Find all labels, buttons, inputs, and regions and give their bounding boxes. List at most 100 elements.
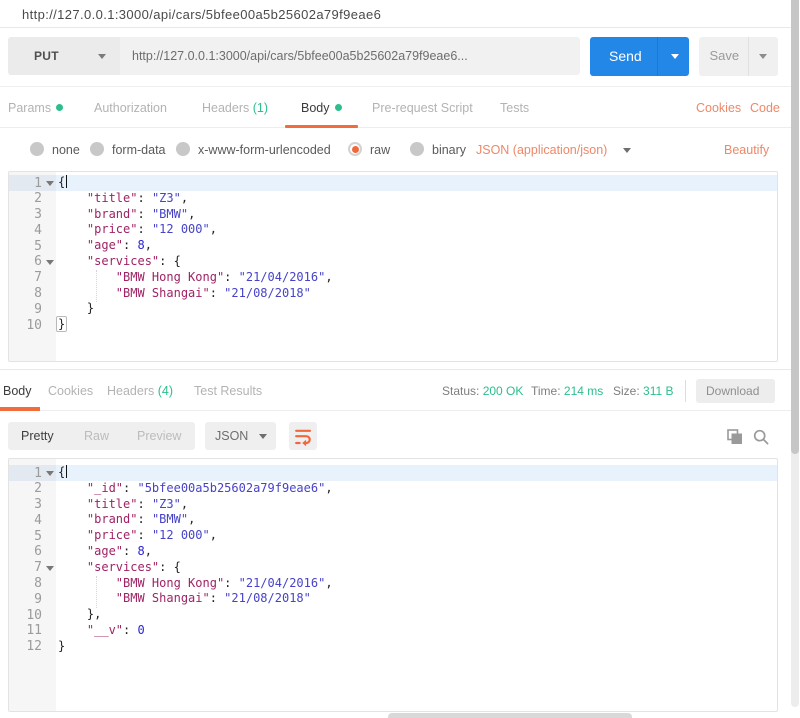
gutter-cell: 4 [9,512,56,528]
radio-label: form-data [112,143,166,157]
indent-guide [96,576,97,608]
code-line: "BMW Shangai": "21/08/2018" [115,285,311,300]
code-line: "services": { [86,559,181,574]
editor-line-1: 1{ [9,465,777,481]
response-active-tab-underline [0,407,40,411]
code-line: "title": "Z3", [86,496,189,511]
radio-icon [30,142,44,156]
format-chevron-icon [259,434,267,439]
view-mode-pretty[interactable]: Pretty [21,429,54,443]
editor-rows: 1{2 "_id": "5bfee00a5b25602a79f9eae6", 3 … [9,465,777,655]
download-button[interactable]: Download [696,379,775,403]
gutter-cell: 6 [9,254,56,270]
copy-response-button[interactable] [727,429,743,445]
code-line: "title": "Z3", [86,190,189,205]
line-number: 10 [26,317,42,333]
status-label: Status: [442,384,480,398]
editor-line-11: 11 "__v": 0 [9,623,777,639]
save-label: Save [709,48,740,63]
line-number: 6 [34,544,42,560]
search-response-button[interactable] [753,429,769,445]
code-line: "BMW Hong Kong": "21/04/2016", [115,269,333,284]
editor-rows: 1{2 "title": "Z3", 3 "brand": "BMW", 4 "pr… [9,175,777,333]
gutter-cell: 1 [9,175,56,191]
code-link[interactable]: Code [750,101,780,115]
tab-label: Headers (4) [107,384,174,398]
code-line: "__v": 0 [86,622,145,637]
gutter-cell: 10 [9,317,56,333]
wrap-lines-button[interactable] [289,422,317,450]
line-number: 4 [34,512,42,528]
radio-label: raw [370,143,391,157]
line-number: 2 [34,481,42,497]
code-line: "BMW Hong Kong": "21/04/2016", [115,575,333,590]
view-mode-preview[interactable]: Preview [137,429,181,443]
radio-icon [90,142,104,156]
tab-label: Tests [500,101,530,115]
line-number: 8 [34,576,42,592]
editor-line-9: 9 "BMW Shangai": "21/08/2018" [9,591,777,607]
body-type-row: JSON (application/json) Beautify none for… [0,129,791,170]
line-number: 6 [34,254,42,270]
beautify-link[interactable]: Beautify [724,143,769,157]
editor-line-10: 10 }, [9,607,777,623]
response-format-select[interactable]: JSON [205,422,276,450]
gutter-cell: 9 [9,301,56,317]
content-type-label: JSON (application/json) [476,143,608,157]
editor-line-4: 4 "brand": "BMW", [9,512,777,528]
fold-caret-icon[interactable] [46,471,54,476]
method-select[interactable]: PUT [8,37,120,75]
fold-caret-icon[interactable] [46,565,54,571]
editor-line-10: 10} [9,316,777,333]
response-toolbar: Pretty Raw Preview JSON [0,411,791,457]
gutter-cell: 12 [9,639,56,655]
editor-line-1: 1{ [9,175,777,191]
gutter-cell: 3 [9,497,56,513]
save-button[interactable]: Save [699,37,778,76]
window-scrollbar-thumb[interactable] [791,0,799,454]
request-body-editor[interactable]: 1{2 "title": "Z3", 3 "brand": "BMW", 4 "pr… [8,171,778,362]
code-line: { [56,465,777,481]
line-number: 3 [34,207,42,223]
tab-label: Body [3,384,32,398]
postman-app: http://127.0.0.1:3000/api/cars/5bfee00a5… [0,0,800,718]
code-line: "_id": "5bfee00a5b25602a79f9eae6", [86,480,333,495]
response-body-editor[interactable]: 1{2 "_id": "5bfee00a5b25602a79f9eae6", 3 … [8,458,778,712]
size-value: 311 B [643,384,674,398]
editor-line-7: 7 "services": { [9,560,777,576]
line-number: 12 [26,639,42,655]
send-chevron-down-icon[interactable] [671,54,679,59]
tab-label: Cookies [48,384,94,398]
code-line: { [56,175,777,191]
gutter-cell: 5 [9,528,56,544]
code-line: "age": 8, [86,543,152,558]
content-type-select[interactable]: JSON (application/json) [476,143,631,157]
code-line: } [58,638,66,653]
request-tabs: Cookies Code Params Authorization Headers … [0,88,791,128]
send-button[interactable]: Send [590,37,689,76]
code-line: "BMW Shangai": "21/08/2018" [115,591,311,606]
editor-line-6: 6 "age": 8, [9,544,777,560]
chevron-down-icon [98,54,106,59]
horizontal-scrollbar-thumb[interactable] [388,713,632,718]
gutter-cell: 7 [9,270,56,286]
gutter-cell: 2 [9,191,56,207]
format-label: JSON [215,429,249,443]
fold-caret-icon[interactable] [46,259,54,265]
url-input[interactable]: http://127.0.0.1:3000/api/cars/5bfee00a5… [120,37,580,75]
text-cursor [65,465,68,478]
line-number: 7 [34,560,42,576]
save-chevron-down-icon[interactable] [758,54,767,59]
gutter-cell: 8 [9,286,56,302]
code-line: } [56,316,68,333]
cookies-link[interactable]: Cookies [696,101,741,115]
request-tab-title[interactable]: http://127.0.0.1:3000/api/cars/5bfee00a5… [22,7,381,22]
fold-caret-icon[interactable] [46,181,54,186]
editor-line-8: 8 "BMW Shangai": "21/08/2018" [9,286,777,302]
time-label: Time: [531,384,561,398]
radio-label: binary [432,143,467,157]
view-mode-raw[interactable]: Raw [84,429,109,443]
send-label: Send [609,48,642,64]
editor-line-2: 2 "_id": "5bfee00a5b25602a79f9eae6", [9,481,777,497]
radio-label: x-www-form-urlencoded [198,143,331,157]
